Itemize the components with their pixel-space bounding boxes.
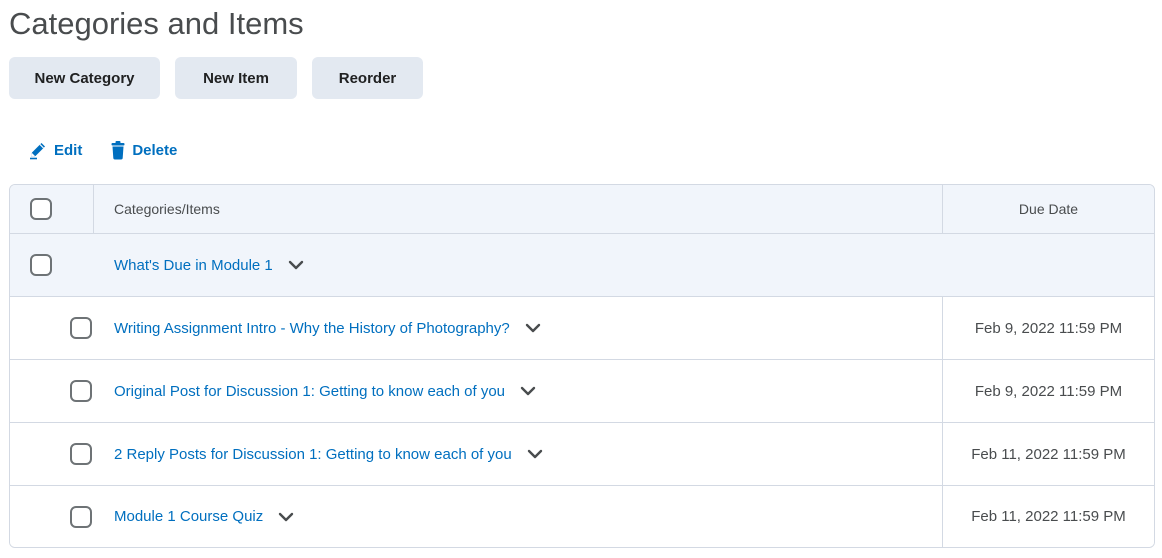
item-due-date: Feb 11, 2022 11:59 PM bbox=[942, 423, 1154, 485]
item-link[interactable]: Writing Assignment Intro - Why the Histo… bbox=[114, 320, 510, 337]
item-link[interactable]: Original Post for Discussion 1: Getting … bbox=[114, 383, 505, 400]
categories-items-table: Categories/Items Due Date What's Due in … bbox=[9, 184, 1155, 548]
new-item-button[interactable]: New Item bbox=[175, 57, 297, 99]
table-row: Original Post for Discussion 1: Getting … bbox=[10, 359, 1154, 422]
item-checkbox[interactable] bbox=[70, 505, 92, 528]
delete-action[interactable]: Delete bbox=[110, 140, 177, 160]
edit-label: Edit bbox=[54, 141, 83, 159]
toolbar: New Category New Item Reorder bbox=[9, 57, 423, 99]
column-header-items: Categories/Items bbox=[114, 201, 220, 217]
edit-action[interactable]: Edit bbox=[28, 140, 82, 160]
table-row: 2 Reply Posts for Discussion 1: Getting … bbox=[10, 422, 1154, 485]
delete-label: Delete bbox=[132, 141, 178, 159]
page-title: Categories and Items bbox=[9, 6, 304, 41]
chevron-down-icon[interactable] bbox=[288, 260, 304, 270]
new-category-button[interactable]: New Category bbox=[9, 57, 160, 99]
item-checkbox[interactable] bbox=[70, 443, 92, 465]
item-due-date: Feb 9, 2022 11:59 PM bbox=[942, 360, 1154, 422]
chevron-down-icon[interactable] bbox=[278, 512, 294, 522]
column-header-due-date: Due Date bbox=[942, 185, 1154, 233]
item-due-date: Feb 11, 2022 11:59 PM bbox=[942, 486, 1154, 547]
item-checkbox[interactable] bbox=[70, 317, 92, 339]
category-checkbox[interactable] bbox=[30, 254, 52, 276]
trash-icon bbox=[110, 140, 126, 160]
pencil-icon bbox=[28, 140, 48, 160]
category-due-date bbox=[942, 234, 1154, 296]
table-row: Module 1 Course Quiz Feb 11, 2022 11:59 … bbox=[10, 485, 1154, 547]
item-checkbox[interactable] bbox=[70, 380, 92, 402]
chevron-down-icon[interactable] bbox=[520, 386, 536, 396]
item-link[interactable]: 2 Reply Posts for Discussion 1: Getting … bbox=[114, 446, 512, 463]
category-link[interactable]: What's Due in Module 1 bbox=[114, 257, 273, 274]
table-header-row: Categories/Items Due Date bbox=[10, 185, 1154, 233]
item-due-date: Feb 9, 2022 11:59 PM bbox=[942, 297, 1154, 359]
category-row: What's Due in Module 1 bbox=[10, 233, 1154, 296]
chevron-down-icon[interactable] bbox=[527, 449, 543, 459]
reorder-button[interactable]: Reorder bbox=[312, 57, 423, 99]
select-all-checkbox[interactable] bbox=[30, 198, 52, 220]
bulk-actions: Edit Delete bbox=[28, 140, 177, 160]
item-link[interactable]: Module 1 Course Quiz bbox=[114, 508, 263, 525]
table-row: Writing Assignment Intro - Why the Histo… bbox=[10, 296, 1154, 359]
chevron-down-icon[interactable] bbox=[525, 323, 541, 333]
